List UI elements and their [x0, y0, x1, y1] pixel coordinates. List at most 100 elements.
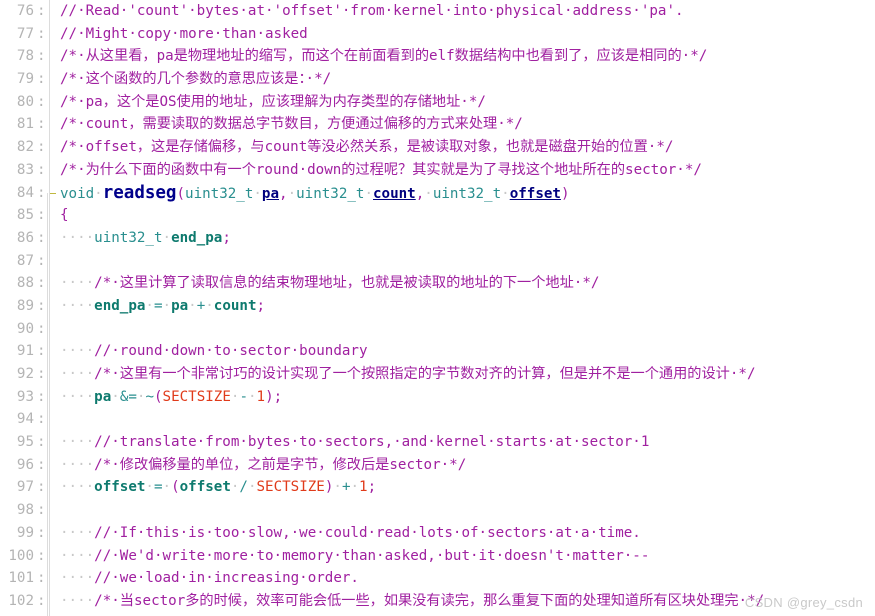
line-number: 88 — [16, 275, 34, 292]
token-var: offset — [179, 479, 231, 496]
token-var: pa — [94, 388, 112, 405]
token-punc: ( — [176, 185, 186, 202]
code-line[interactable]: 82: /*·offset，这是存储偏移，与count等没必然关系，是被读取对象，… — [0, 136, 875, 159]
token-ws: ···· — [60, 366, 95, 382]
fold-gutter[interactable] — [46, 113, 56, 136]
code-line[interactable]: 80: /*·pa，这个是OS使用的地址，应该理解为内存类型的存储地址·*/ — [0, 90, 875, 114]
code-content[interactable]: ····//·If·this·is·too·slow,·we·could·rea… — [56, 522, 875, 545]
line-number: 89 — [16, 297, 34, 314]
fold-gutter[interactable] — [46, 45, 56, 68]
code-content[interactable]: ····uint32_t·end_pa; — [56, 227, 875, 250]
token-cmt: //·We'd·write·more·to·memory·than·asked,… — [94, 547, 650, 564]
line-number-separator: : — [37, 366, 46, 382]
fold-gutter[interactable] — [46, 22, 56, 46]
token-punc: ; — [256, 297, 266, 314]
code-content[interactable]: ····while·(pa·<·end_pa) — [56, 613, 875, 616]
code-content[interactable]: ····/*·修改偏移量的单位，之前是字节，修改后是sector·*/ — [56, 454, 875, 477]
code-lines-container[interactable]: 76: //·Read·'count'·bytes·at·'offset'·fro… — [0, 0, 875, 616]
code-line[interactable]: 79: /*·这个函数的几个参数的意思应该是：·*/ — [0, 68, 875, 91]
code-line[interactable]: 81: /*·count，需要读取的数据总字节数目，方便通过偏移的方式来处理·*/ — [0, 113, 875, 136]
line-number-separator: : — [37, 161, 46, 178]
code-content[interactable]: ····end_pa·=·pa·+·count; — [56, 295, 875, 318]
token-var: count — [213, 297, 257, 314]
code-line[interactable]: 91: ····//·round·down·to·sector·boundary — [0, 340, 875, 363]
code-content[interactable]: ····offset·=·(offset·/·SECTSIZE)·+·1; — [56, 476, 875, 499]
code-line[interactable]: 83: /*·为什么下面的函数中有一个round·down的过程呢？其实就是为了寻… — [0, 158, 875, 182]
code-content[interactable]: /*·这个函数的几个参数的意思应该是：·*/ — [56, 68, 875, 91]
code-content[interactable]: ····/*·这里计算了读取信息的结束物理地址，也就是被读取的地址的下一个地址·… — [56, 272, 875, 295]
fold-gutter[interactable] — [46, 158, 56, 182]
line-number: 90 — [16, 320, 34, 337]
code-line[interactable]: 93: ····pa·&=·~(SECTSIZE·-·1); — [0, 385, 875, 409]
token-ws: ···· — [60, 343, 95, 360]
token-punc: ( — [154, 388, 163, 405]
token-punc: ; — [367, 479, 377, 496]
code-content[interactable]: //·Might·copy·more·than·asked — [56, 23, 875, 46]
line-number-separator: : — [37, 479, 46, 496]
line-number: 100 — [8, 547, 34, 564]
code-content[interactable]: /*·count，需要读取的数据总字节数目，方便通过偏移的方式来处理·*/ — [56, 113, 875, 136]
code-line[interactable]: 84: void·readseg(uint32_t·pa,·uint32_t·co… — [0, 181, 875, 206]
line-number-separator: : — [37, 252, 46, 269]
code-line[interactable]: 100: ····//·We'd·write·more·to·memory·tha… — [0, 544, 875, 568]
code-content[interactable]: /*·从这里看，pa是物理地址的缩写，而这个在前面看到的elf数据结构中也看到了… — [56, 45, 875, 68]
code-line[interactable]: 90: — [0, 317, 875, 341]
code-content[interactable]: void·readseg(uint32_t·pa,·uint32_t·count… — [50, 182, 875, 206]
code-line[interactable]: 85: { — [0, 204, 875, 227]
token-ws: ···· — [60, 524, 95, 541]
line-number-separator: : — [37, 411, 46, 428]
token-ws: · — [145, 479, 154, 496]
code-line[interactable]: 102: ····/*·当sector多的时候，效率可能会低一些，如果没有读完，那… — [0, 589, 875, 613]
code-content[interactable]: //·Read·'count'·bytes·at·'offset'·from·k… — [56, 0, 875, 23]
code-line[interactable]: 92: ····/*·这里有一个非常讨巧的设计实现了一个按照指定的字节数对齐的计算… — [0, 363, 875, 386]
code-line[interactable]: 86: ····uint32_t·end_pa; — [0, 226, 875, 250]
line-number-separator: : — [37, 320, 46, 337]
line-number: 81 — [16, 116, 34, 133]
line-number-separator: : — [37, 297, 46, 314]
code-content[interactable]: /*·offset，这是存储偏移，与count等没必然关系，是被读取对象，也就是… — [56, 136, 875, 159]
code-content[interactable]: { — [56, 204, 875, 227]
code-content[interactable]: /*·pa，这个是OS使用的地址，应该理解为内存类型的存储地址·*/ — [56, 91, 875, 114]
fold-bracket-icon[interactable] — [50, 192, 56, 194]
fold-gutter[interactable] — [46, 0, 56, 23]
token-op: - — [239, 388, 248, 405]
fold-gutter[interactable] — [46, 90, 56, 114]
code-line[interactable]: 98: — [0, 499, 875, 522]
code-line[interactable]: 101: ····//·we·load·in·increasing·order. — [0, 567, 875, 590]
code-line[interactable]: 76: //·Read·'count'·bytes·at·'offset'·fro… — [0, 0, 875, 23]
token-cmt: /*·当sector多的时候，效率可能会低一些，如果没有读完，那么重复下面的处理… — [94, 592, 765, 609]
line-number: 82 — [16, 139, 34, 156]
token-cmt: /*·这个函数的几个参数的意思应该是：·*/ — [60, 71, 332, 88]
code-line[interactable]: 78: /*·从这里看，pa是物理地址的缩写，而这个在前面看到的elf数据结构中也… — [0, 45, 875, 68]
line-number: 84 — [16, 184, 34, 201]
code-line[interactable]: 103: ····while·(pa·<·end_pa) — [0, 612, 875, 616]
token-cmt: /*·从这里看，pa是物理地址的缩写，而这个在前面看到的elf数据结构中也看到了… — [60, 48, 708, 65]
code-line[interactable]: 77: //·Might·copy·more·than·asked — [0, 22, 875, 46]
code-content[interactable]: ····//·round·down·to·sector·boundary — [56, 340, 875, 363]
code-content[interactable]: ····pa·&=·~(SECTSIZE·-·1); — [56, 386, 875, 409]
code-line[interactable]: 97: ····offset·=·(offset·/·SECTSIZE)·+·1; — [0, 476, 875, 499]
token-cmt: //·If·this·is·too·slow,·we·could·read·lo… — [94, 524, 641, 541]
code-content[interactable]: ····//·translate·from·bytes·to·sectors,·… — [56, 431, 875, 454]
fold-gutter[interactable] — [46, 68, 56, 91]
code-content[interactable]: /*·为什么下面的函数中有一个round·down的过程呢？其实就是为了寻找这个… — [56, 159, 875, 182]
line-number: 80 — [16, 93, 34, 110]
token-ws: ···· — [60, 275, 95, 292]
code-line[interactable]: 99: ····//·If·this·is·too·slow,·we·could·… — [0, 521, 875, 545]
code-line[interactable]: 94: — [0, 408, 875, 431]
code-line[interactable]: 95: ····//·translate·from·bytes·to·sector… — [0, 431, 875, 454]
code-line[interactable]: 88: ····/*·这里计算了读取信息的结束物理地址，也就是被读取的地址的下一个… — [0, 272, 875, 295]
code-line[interactable]: 87: — [0, 249, 875, 273]
code-line[interactable]: 96: ····/*·修改偏移量的单位，之前是字节，修改后是sector·*/ — [0, 453, 875, 477]
code-line[interactable]: 89: ····end_pa·=·pa·+·count; — [0, 294, 875, 318]
line-number-separator: : — [37, 116, 46, 133]
code-content[interactable]: ····/*·这里有一个非常讨巧的设计实现了一个按照指定的字节数对齐的计算，但是… — [56, 363, 875, 386]
fold-gutter[interactable] — [46, 136, 56, 159]
token-cmt: //·Read·'count'·bytes·at·'offset'·from·k… — [60, 3, 684, 19]
code-content[interactable]: ····//·We'd·write·more·to·memory·than·as… — [56, 545, 875, 568]
code-content[interactable]: ····//·we·load·in·increasing·order. — [56, 567, 875, 590]
fold-region-line — [47, 192, 48, 616]
token-punc: , — [279, 185, 288, 202]
token-ws: · — [145, 297, 154, 314]
token-ws: · — [162, 479, 172, 496]
